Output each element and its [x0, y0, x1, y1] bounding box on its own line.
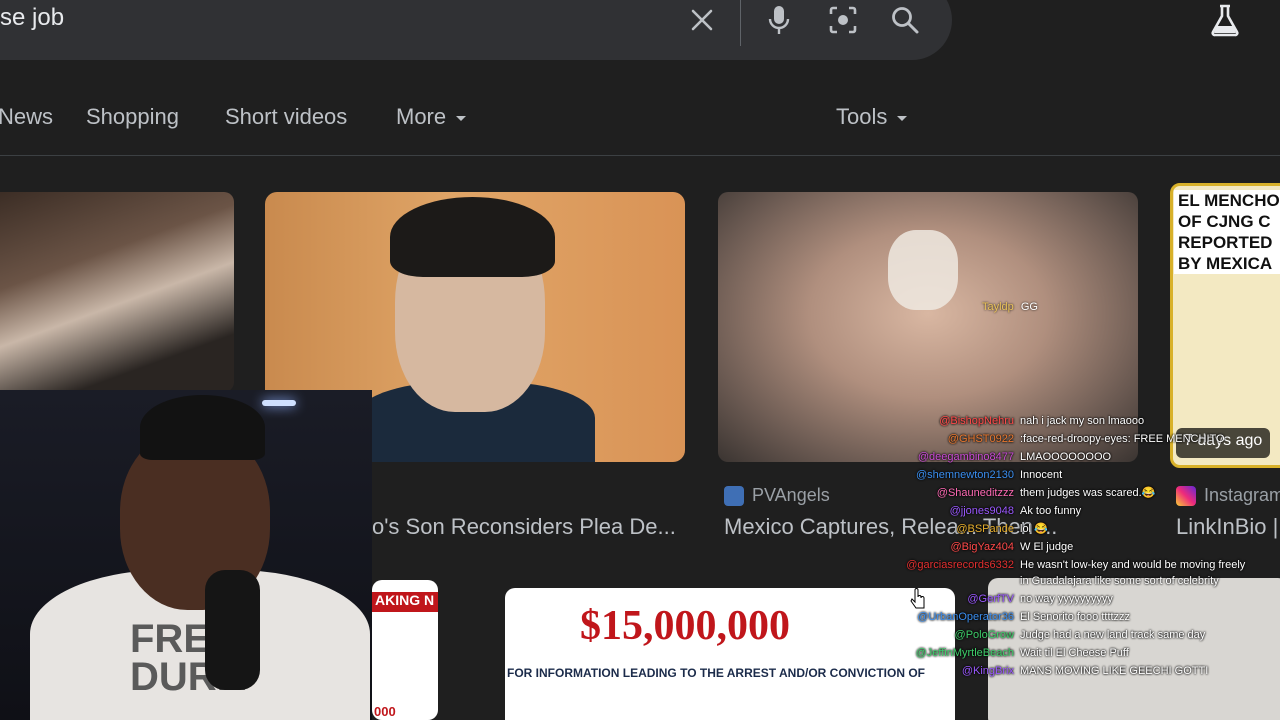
- chat-username: @UrbanOperator36: [917, 611, 1014, 623]
- chat-text: in Guadalajara like some sort of celebri…: [1020, 575, 1219, 587]
- image-result-5-header: AKING N: [372, 592, 438, 612]
- camera-search-icon[interactable]: [827, 4, 859, 36]
- search-bar[interactable]: [0, 0, 952, 60]
- chat-text: lol 😂: [1020, 523, 1048, 535]
- chat-username: @Shauneditzzz: [936, 487, 1014, 499]
- result-title-2[interactable]: o's Son Reconsiders Plea De...: [372, 514, 676, 540]
- chat-username: @deegambino8477: [917, 451, 1014, 463]
- chat-username: @BSPande: [956, 523, 1014, 535]
- search-labs-icon[interactable]: [1208, 2, 1242, 38]
- tab-more-label: More: [396, 104, 447, 129]
- floating-chat-message: Tayldp GG: [982, 301, 1038, 313]
- chat-username: @GHST0922: [947, 433, 1014, 445]
- image-nose-bandage: [888, 230, 958, 310]
- chat-text: Innocent: [1020, 469, 1063, 481]
- tabs-divider: [0, 155, 1280, 156]
- image-figure-hair: [390, 197, 555, 277]
- search-input[interactable]: se job: [0, 4, 64, 32]
- chat-text: nah i jack my son lmaooo: [1020, 415, 1145, 427]
- chat-message: @deegambino8477 LMAOOOOOOOO: [860, 450, 1111, 464]
- microphone-icon[interactable]: [763, 4, 795, 36]
- chat-text: MANS MOVING LIKE GEECHI GOTTI: [1020, 665, 1209, 677]
- reward-amount: $15,000,000: [580, 603, 790, 649]
- ring-light: [262, 400, 296, 406]
- image-result-5-number: 000: [374, 704, 396, 719]
- chat-message: @shemnewton2130 Innocent: [860, 468, 1062, 482]
- chat-text: W El judge: [1020, 541, 1074, 553]
- mouse-cursor-icon: [910, 588, 928, 617]
- chat-username: @BishopNehru: [939, 415, 1014, 427]
- image-result-1[interactable]: [0, 192, 234, 392]
- chat-text: Ak too funny: [1020, 505, 1082, 517]
- streamer-webcam: FRE DURK: [0, 390, 372, 720]
- chat-message: @JeffinMyrtleBeach Wait til El Cheese Puf…: [860, 646, 1129, 660]
- chat-message: @KingBrix MANS MOVING LIKE GEECHI GOTTI: [860, 664, 1208, 678]
- chat-username: @KingBrix: [961, 665, 1014, 677]
- chat-message: in Guadalajara like some sort of celebri…: [860, 574, 1219, 588]
- chat-text: no way yyyyyyyyyy: [1020, 593, 1113, 605]
- search-tabs: News Shopping Short videos More Tools: [0, 104, 1280, 140]
- chat-message: @BSPande lol 😂: [860, 522, 1048, 536]
- chat-text: them judges was scared.😂: [1020, 487, 1156, 499]
- chat-username: @garciasrecords6332: [906, 559, 1014, 571]
- chat-text: LMAOOOOOOOO: [1020, 451, 1112, 463]
- result-source-3[interactable]: PVAngels: [724, 485, 830, 507]
- tab-more[interactable]: More: [396, 104, 467, 130]
- chat-message: @BishopNehru nah i jack my son lmaooo: [860, 414, 1144, 428]
- tab-news[interactable]: News: [0, 104, 53, 130]
- chat-username: @jjones9048: [949, 505, 1014, 517]
- chat-message: @BigYaz404 W El judge: [860, 540, 1073, 554]
- chat-username: @JeffinMyrtleBeach: [915, 647, 1014, 659]
- result-source-3-label: PVAngels: [752, 485, 830, 505]
- chat-text: :face-red-droopy-eyes: FREE MENCHITO: [1020, 433, 1225, 445]
- chat-text: Judge had a new land track same day: [1020, 629, 1206, 641]
- chat-username: @BigYaz404: [950, 541, 1014, 553]
- chat-message: @GerfTV no way yyyyyyyyyy: [860, 592, 1113, 606]
- image-result-5[interactable]: AKING N: [372, 580, 438, 720]
- live-chat: @BishopNehru nah i jack my son lmaooo @GHS…: [860, 410, 1280, 680]
- floating-chat-text: GG: [1020, 301, 1038, 313]
- chat-message: @GHST0922 :face-red-droopy-eyes: FREE MEN…: [860, 432, 1225, 446]
- chevron-down-icon: [456, 115, 467, 121]
- tools-button[interactable]: Tools: [836, 104, 908, 130]
- chat-message: @Shauneditzzz them judges was scared.😂: [860, 486, 1156, 500]
- chat-text: El Senorito fooo ttttzzz: [1020, 611, 1131, 623]
- chat-message: @jjones9048 Ak too funny: [860, 504, 1082, 518]
- tab-short-videos[interactable]: Short videos: [225, 104, 347, 130]
- chat-message: @garciasrecords6332 He wasn't low-key and…: [860, 558, 1245, 572]
- streamer-cap: [140, 395, 265, 460]
- chat-text: Wait til El Cheese Puff: [1020, 647, 1129, 659]
- chevron-down-icon: [897, 115, 908, 121]
- search-divider: [740, 0, 741, 46]
- floating-chat-user: Tayldp: [982, 301, 1014, 313]
- tools-label: Tools: [836, 104, 888, 129]
- chat-username: @PoloGrow: [954, 629, 1014, 641]
- clear-search-icon[interactable]: [686, 4, 718, 36]
- search-icon[interactable]: [889, 4, 921, 36]
- image-result-4-text: EL MENCHO OF CJNG C REPORTED BY MEXICA: [1174, 190, 1280, 274]
- chat-message: @PoloGrow Judge had a new land track same…: [860, 628, 1206, 642]
- chat-username: @GerfTV: [967, 593, 1014, 605]
- chat-username: @shemnewton2130: [915, 469, 1014, 481]
- chat-text: He wasn't low-key and would be moving fr…: [1020, 559, 1246, 571]
- pvangels-favicon-icon: [724, 486, 744, 507]
- microphone: [205, 570, 260, 690]
- tab-shopping[interactable]: Shopping: [86, 104, 179, 130]
- chat-message: @UrbanOperator36 El Senorito fooo ttttzzz: [860, 610, 1130, 624]
